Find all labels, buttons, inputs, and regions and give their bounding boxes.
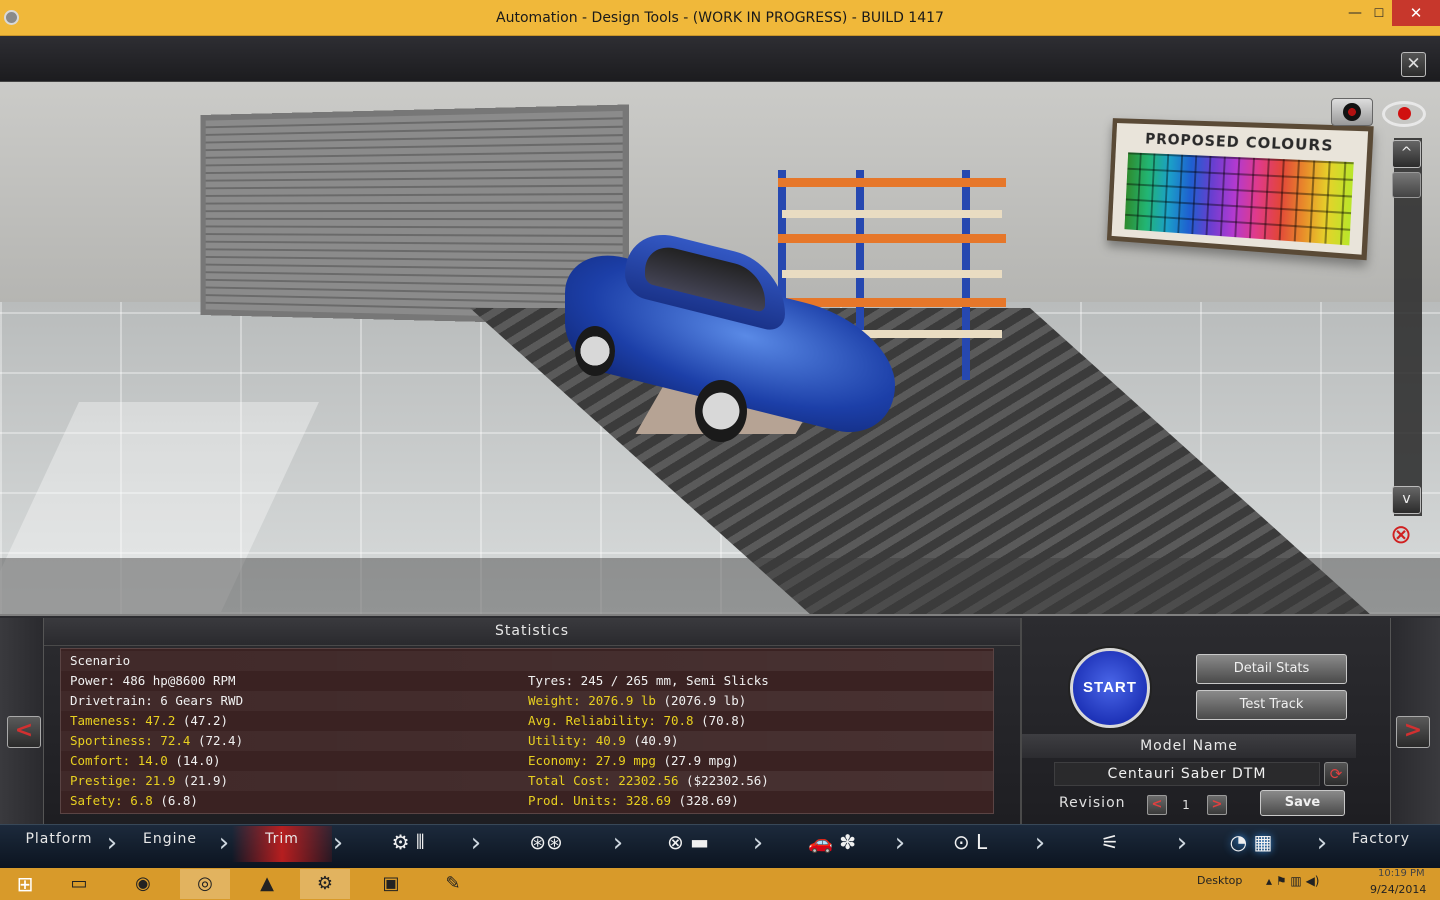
stat-power: Power: 486 hp@8600 RPM [70, 673, 236, 688]
clock-time: 10:19 PM [1378, 868, 1425, 880]
clock-date: 9/24/2014 [1370, 883, 1426, 896]
stat-comfort: Comfort: 14.0 (14.0) [70, 753, 221, 768]
tab-brakes-icon[interactable]: ⊗ ▬ [654, 830, 722, 856]
top-toolbar [0, 36, 1440, 82]
scroll-thumb[interactable] [1392, 172, 1421, 198]
app-window: Automation - Design Tools - (WORK IN PRO… [0, 0, 1440, 900]
model-name-label: Model Name [1022, 734, 1356, 758]
camera-icon[interactable] [1331, 98, 1373, 126]
garage-3d-viewport[interactable]: PROPOSED COLOURS [0, 82, 1440, 614]
close-window-button[interactable]: ✕ [1392, 0, 1440, 26]
revision-next-button[interactable]: > [1207, 795, 1227, 815]
test-track-button[interactable]: Test Track [1196, 690, 1347, 720]
colour-board-title: PROPOSED COLOURS [1116, 129, 1368, 157]
chevron-right-icon: › [468, 828, 484, 860]
rear-wheel [575, 326, 615, 376]
refresh-name-icon[interactable]: ⟳ [1324, 762, 1348, 786]
scroll-up-button[interactable]: ^ [1392, 140, 1421, 168]
paint-icon[interactable]: ✎ [428, 869, 478, 899]
chevron-right-icon: › [610, 828, 626, 860]
tab-engine[interactable]: Engine [124, 826, 216, 862]
window-title: Automation - Design Tools - (WORK IN PRO… [0, 10, 1440, 26]
stat-prod-units: Prod. Units: 328.69 (328.69) [528, 793, 739, 808]
tab-factory[interactable]: Factory [1336, 826, 1426, 862]
scroll-down-button[interactable]: v [1392, 486, 1421, 514]
maximize-button[interactable]: ☐ [1362, 0, 1396, 26]
detail-stats-button[interactable]: Detail Stats [1196, 654, 1347, 684]
tab-exhaust-icon[interactable]: ⚟ [1092, 830, 1128, 856]
stat-weight: Weight: 2076.9 lb (2076.9 lb) [528, 693, 746, 708]
tab-gearbox-icon[interactable]: ⚙ ⫴ [378, 830, 438, 856]
chevron-right-icon: › [750, 828, 766, 860]
statistics-title: Statistics [44, 618, 1020, 646]
stat-tyres: Tyres: 245 / 265 mm, Semi Slicks [528, 673, 769, 688]
save-button[interactable]: Save [1260, 790, 1345, 816]
proposed-colours-board[interactable]: PROPOSED COLOURS [1107, 118, 1374, 260]
stat-prestige: Prestige: 21.9 (21.9) [70, 773, 228, 788]
7-zip-icon[interactable]: ▣ [366, 869, 416, 899]
stat-scenario: Scenario [70, 653, 130, 668]
stat-tameness: Tameness: 47.2 (47.2) [70, 713, 228, 728]
firefox-icon[interactable]: ◉ [118, 869, 168, 899]
stat-economy: Economy: 27.9 mpg (27.9 mpg) [528, 753, 739, 768]
revision-value: 1 [1172, 795, 1200, 815]
steam-icon[interactable]: ⚙ [300, 869, 350, 899]
previous-panel-button[interactable]: < [7, 716, 41, 748]
colour-swatches[interactable] [1124, 152, 1353, 245]
viewport-bottom-strip [0, 558, 1440, 614]
stat-reliability: Avg. Reliability: 70.8 (70.8) [528, 713, 746, 728]
chevron-right-icon: › [330, 828, 346, 860]
panel-divider [1020, 618, 1022, 824]
revision-label: Revision [1059, 795, 1126, 811]
chevron-right-icon: › [892, 828, 908, 860]
vlc-icon[interactable]: ▲ [242, 869, 292, 899]
chevron-right-icon: › [1314, 828, 1330, 860]
next-panel-button[interactable]: > [1396, 716, 1430, 748]
stat-total-cost: Total Cost: 22302.56 ($22302.56) [528, 773, 769, 788]
steam-big-picture-icon[interactable]: ◎ [180, 869, 230, 899]
chevron-right-icon: › [1174, 828, 1190, 860]
system-tray-icons[interactable]: ▴ ⚑ ▥ ◀) [1266, 874, 1319, 888]
file-explorer-icon[interactable]: ▭ [54, 869, 104, 899]
windows-start-icon[interactable]: ⊞ [10, 869, 40, 899]
chevron-right-icon: › [104, 828, 120, 860]
chevron-right-icon: › [1032, 828, 1048, 860]
eye-icon[interactable] [1382, 101, 1426, 127]
stat-safety: Safety: 6.8 (6.8) [70, 793, 198, 808]
window-titlebar[interactable]: Automation - Design Tools - (WORK IN PRO… [0, 0, 1440, 36]
chevron-right-icon: › [216, 828, 232, 860]
close-designer-button[interactable]: ✕ [1401, 52, 1426, 77]
desktop-toolbar-label[interactable]: Desktop [1197, 874, 1242, 887]
revision-prev-button[interactable]: < [1147, 795, 1167, 815]
car-model[interactable] [565, 244, 900, 440]
tab-testing-icon[interactable]: ◔ ▦ [1218, 830, 1284, 856]
tab-interior-icon[interactable]: ⊙ L [940, 830, 1000, 856]
stat-utility: Utility: 40.9 (40.9) [528, 733, 679, 748]
tab-platform[interactable]: Platform [14, 826, 104, 862]
front-wheel [695, 380, 747, 442]
hide-ui-icon[interactable]: ⊗ [1380, 520, 1422, 550]
stat-drivetrain: Drivetrain: 6 Gears RWD [70, 693, 243, 708]
start-button[interactable]: START [1070, 648, 1150, 728]
tab-trim[interactable]: Trim [232, 826, 332, 862]
stat-sportiness: Sportiness: 72.4 (72.4) [70, 733, 243, 748]
tab-wheels-icon[interactable]: ⊛⊛ [518, 830, 574, 856]
model-name-input[interactable]: Centauri Saber DTM [1054, 762, 1320, 786]
tab-body-icon[interactable]: 🚗 ✽ [776, 830, 888, 856]
